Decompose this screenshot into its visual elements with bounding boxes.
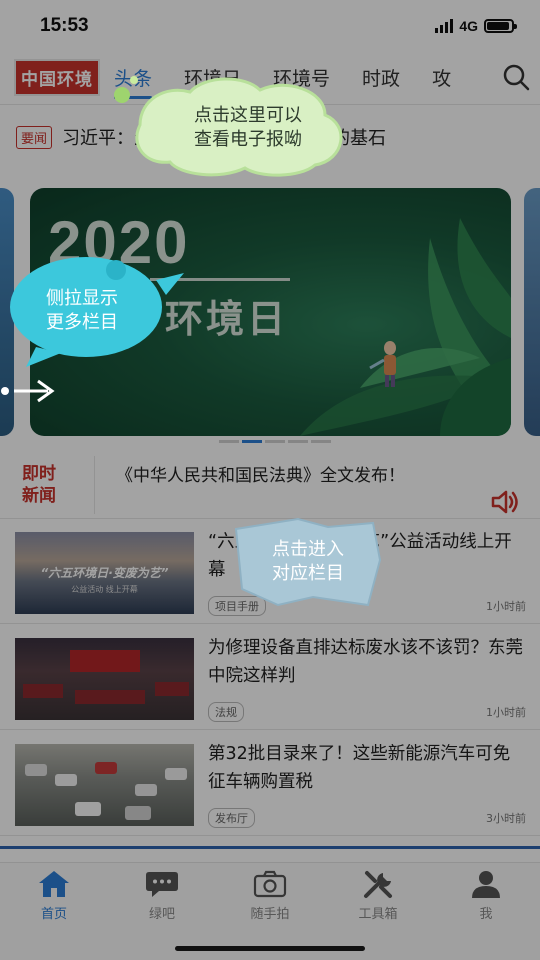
arrow-right-icon [1, 379, 55, 403]
hint-text-epaper: 点击这里可以 查看电子报呦 [194, 105, 302, 150]
hint-text-column: 点击进入 对应栏目 [272, 539, 344, 584]
guide-overlay[interactable]: 点击这里可以 查看电子报呦 侧拉显示 更多栏目 点击进入 对应栏目 [0, 0, 540, 960]
home-indicator [175, 946, 365, 951]
hint-text-swipe: 侧拉显示 更多栏目 [46, 288, 118, 333]
